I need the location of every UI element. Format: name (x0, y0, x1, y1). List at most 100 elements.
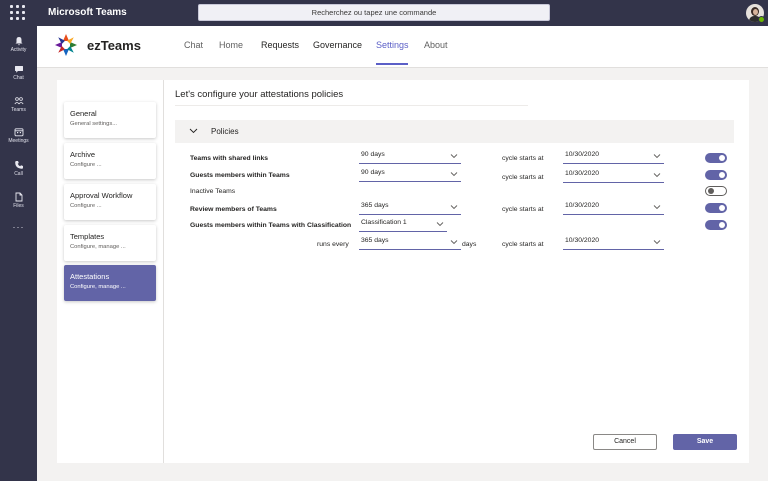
date-value: 10/30/2020 (565, 202, 600, 209)
teams-icon (13, 97, 24, 105)
menu-item-subtitle: Configure, manage ... (70, 284, 126, 290)
rail-item-meetings[interactable]: Meetings (0, 127, 37, 157)
page-title: Let's configure your attestations polici… (175, 89, 344, 100)
title-bar: Microsoft Teams Recherchez ou tapez une … (0, 0, 768, 26)
brand-name: ezTeams (87, 38, 141, 53)
policy-label: Guests members within Teams with Classif… (190, 222, 352, 229)
policy-label: Guests members within Teams (190, 172, 290, 179)
date-picker[interactable]: 10/30/2020 (563, 170, 664, 183)
duration-dropdown[interactable]: 90 days (359, 169, 461, 182)
presence-status-icon (758, 16, 765, 23)
tab-about[interactable]: About (424, 40, 448, 50)
menu-item-title: Attestations (70, 272, 110, 281)
date-picker[interactable]: 10/30/2020 (563, 202, 664, 215)
menu-item-archive[interactable]: Archive Configure ... (64, 143, 156, 179)
rail-item-call[interactable]: Call (0, 160, 37, 190)
chevron-down-icon (653, 240, 661, 245)
menu-item-subtitle: Configure ... (70, 162, 102, 168)
chevron-down-icon (189, 128, 198, 134)
calendar-icon (14, 128, 23, 137)
duration-dropdown[interactable]: 90 days (359, 151, 461, 164)
date-value: 10/30/2020 (565, 151, 600, 158)
dropdown-value: 365 days (361, 237, 389, 244)
tab-chat[interactable]: Chat (184, 40, 203, 50)
rail-item-label: Teams (11, 107, 26, 113)
menu-item-attestations[interactable]: Attestations Configure, manage ... (64, 265, 156, 301)
rail-item-files[interactable]: Files (0, 192, 37, 222)
rail-item-label: Meetings (8, 138, 29, 144)
menu-item-title: Templates (70, 232, 105, 241)
policy-label: Inactive Teams (190, 188, 236, 195)
app-title: Microsoft Teams (48, 7, 127, 18)
menu-item-title: Approval Workflow (70, 191, 133, 200)
tab-settings[interactable]: Settings (376, 40, 409, 50)
policy-label: Review members of Teams (190, 206, 277, 213)
save-button[interactable]: Save (673, 434, 737, 450)
file-icon (15, 192, 22, 202)
menu-item-title: General (70, 109, 97, 118)
menu-item-subtitle: Configure, manage ... (70, 244, 126, 250)
policy-label: Teams with shared links (190, 155, 269, 162)
rail-item-chat[interactable]: Chat (0, 64, 37, 94)
more-apps-button[interactable]: ··· (0, 222, 37, 232)
cycle-label: cycle starts at (502, 174, 544, 181)
rail-item-label: Files (13, 203, 24, 209)
app-header: ezTeams Chat Home Requests Governance Se… (37, 26, 768, 68)
dropdown-value: 90 days (361, 151, 385, 158)
search-input[interactable]: Recherchez ou tapez une commande (198, 4, 550, 21)
chat-icon (14, 66, 23, 73)
duration-dropdown[interactable]: 365 days (359, 202, 461, 215)
app-launcher-icon[interactable] (10, 5, 26, 21)
cancel-button[interactable]: Cancel (593, 434, 657, 450)
chevron-down-icon (450, 205, 458, 210)
chevron-down-icon (450, 154, 458, 159)
runs-every-label: runs every (317, 241, 349, 248)
cycle-label: cycle starts at (502, 155, 544, 162)
tab-requests[interactable]: Requests (261, 40, 299, 50)
settings-sidebar: General General settings... Archive Conf… (57, 80, 164, 463)
runs-every-dropdown[interactable]: 365 days (359, 237, 461, 250)
policy-toggle[interactable] (705, 186, 727, 196)
menu-item-approval-workflow[interactable]: Approval Workflow Configure ... (64, 184, 156, 220)
rail-item-label: Call (14, 171, 23, 177)
date-value: 10/30/2020 (565, 237, 600, 244)
chevron-down-icon (653, 154, 661, 159)
policy-toggle[interactable] (705, 220, 727, 230)
chevron-down-icon (436, 222, 444, 227)
date-value: 10/30/2020 (565, 170, 600, 177)
ezteams-logo-icon (55, 34, 77, 56)
menu-item-subtitle: Configure ... (70, 203, 102, 209)
title-divider (175, 105, 528, 106)
settings-card: General General settings... Archive Conf… (57, 80, 749, 463)
menu-item-templates[interactable]: Templates Configure, manage ... (64, 225, 156, 261)
policies-section-header[interactable]: Policies (175, 120, 734, 143)
menu-item-subtitle: General settings... (70, 121, 118, 127)
policy-toggle[interactable] (705, 153, 727, 163)
menu-item-general[interactable]: General General settings... (64, 102, 156, 138)
rail-item-label: Chat (13, 75, 24, 81)
phone-icon (14, 161, 23, 169)
rail-item-label: Activity (10, 47, 27, 53)
cycle-label: cycle starts at (502, 241, 544, 248)
active-tab-indicator (376, 63, 408, 65)
chevron-down-icon (653, 173, 661, 178)
date-picker[interactable]: 10/30/2020 (563, 237, 664, 250)
chevron-down-icon (450, 240, 458, 245)
chevron-down-icon (653, 205, 661, 210)
dropdown-value: 365 days (361, 202, 389, 209)
rail-item-activity[interactable]: Activity (0, 36, 37, 66)
rail-item-teams[interactable]: Teams (0, 96, 37, 126)
policy-toggle[interactable] (705, 203, 727, 213)
bell-icon (15, 37, 22, 46)
section-label: Policies (211, 127, 239, 136)
tab-home[interactable]: Home (219, 40, 243, 50)
date-picker[interactable]: 10/30/2020 (563, 151, 664, 164)
tab-governance[interactable]: Governance (313, 40, 362, 50)
policy-toggle[interactable] (705, 170, 727, 180)
chevron-down-icon (450, 172, 458, 177)
days-label: days (462, 241, 477, 248)
cycle-label: cycle starts at (502, 206, 544, 213)
left-rail: Activity Chat Teams Meetings Call Files … (0, 26, 37, 481)
dropdown-value: Classification 1 (361, 219, 407, 226)
classification-dropdown[interactable]: Classification 1 (359, 219, 447, 232)
